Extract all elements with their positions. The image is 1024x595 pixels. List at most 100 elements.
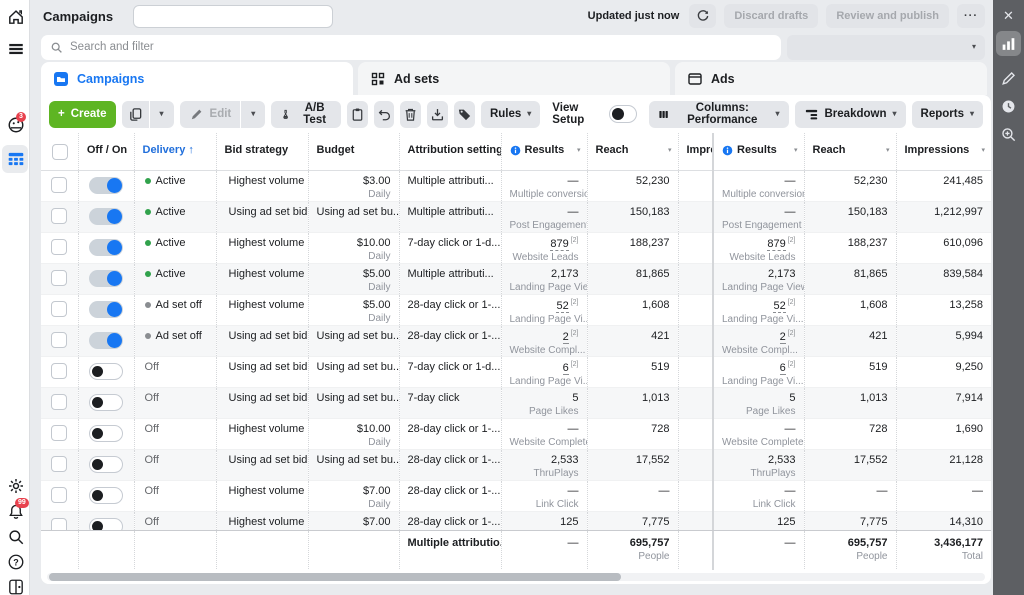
charts-icon[interactable] <box>1000 35 1017 52</box>
edit-tool-icon[interactable] <box>1000 70 1017 87</box>
header-budget[interactable]: Budget <box>308 133 399 170</box>
row-toggle[interactable] <box>89 394 123 411</box>
row-checkbox[interactable] <box>51 208 67 224</box>
header-reach[interactable]: Reach▾ <box>587 133 678 170</box>
delete-button[interactable] <box>400 101 421 128</box>
rules-button[interactable]: Rules ▾ <box>481 101 540 128</box>
search-and-filter-input[interactable] <box>70 41 772 53</box>
row-checkbox[interactable] <box>51 425 67 441</box>
scrollbar-track[interactable] <box>47 573 985 581</box>
header-impressions-2[interactable]: Impressions▾ <box>896 133 991 170</box>
cell-reach: 519 <box>587 357 678 388</box>
edit-caret-button[interactable]: ▾ <box>241 101 265 128</box>
header-bid-strategy[interactable]: Bid strategy <box>216 133 308 170</box>
row-toggle[interactable] <box>89 363 123 380</box>
tag-button[interactable] <box>454 101 475 128</box>
tab-ad-sets[interactable]: Ad sets <box>358 62 670 95</box>
row-toggle[interactable] <box>89 301 123 318</box>
header-delivery[interactable]: Delivery ↑ <box>134 133 216 170</box>
row-checkbox[interactable] <box>51 177 67 193</box>
breakdown-button[interactable]: Breakdown ▾ <box>795 101 906 128</box>
edit-button[interactable]: Edit <box>180 101 241 128</box>
chevron-down-icon: ▾ <box>668 146 672 154</box>
row-toggle[interactable] <box>89 270 123 287</box>
cell-reach-2: 1,013 <box>804 388 896 419</box>
chevron-down-icon: ▾ <box>972 43 976 51</box>
home-icon[interactable] <box>7 8 25 26</box>
row-checkbox[interactable] <box>51 518 67 530</box>
campaigns-table-icon[interactable] <box>7 150 25 168</box>
row-toggle[interactable] <box>89 487 123 504</box>
discard-drafts-button[interactable]: Discard drafts <box>724 4 818 28</box>
row-toggle[interactable] <box>89 425 123 442</box>
clipboard-button[interactable] <box>347 101 368 128</box>
export-button[interactable] <box>427 101 448 128</box>
toggle-knob <box>92 366 103 377</box>
table-row: OffUsing ad set bid...Using ad set bu...… <box>41 450 991 481</box>
row-toggle[interactable] <box>89 518 123 530</box>
view-setup-toggle[interactable] <box>609 105 636 123</box>
search-icon[interactable] <box>7 528 25 546</box>
row-toggle[interactable] <box>89 239 123 256</box>
rules-label: Rules <box>490 108 521 120</box>
history-clock-icon[interactable] <box>1000 98 1017 115</box>
reports-button[interactable]: Reports ▾ <box>912 101 983 128</box>
review-and-publish-button[interactable]: Review and publish <box>826 4 949 28</box>
row-checkbox[interactable] <box>51 487 67 503</box>
row-checkbox[interactable] <box>51 270 67 286</box>
row-checkbox[interactable] <box>51 301 67 317</box>
row-toggle[interactable] <box>89 332 123 349</box>
row-checkbox[interactable] <box>51 456 67 472</box>
toggle-knob <box>92 521 103 530</box>
delivery-status-dot <box>145 302 151 308</box>
tab-campaigns[interactable]: Campaigns <box>41 62 353 95</box>
search-bar[interactable] <box>41 35 781 60</box>
scrollbar-thumb[interactable] <box>49 573 621 581</box>
header-attribution[interactable]: Attribution setting <box>399 133 501 170</box>
header-reach-2[interactable]: Reach▾ <box>804 133 896 170</box>
refresh-button[interactable] <box>689 4 716 28</box>
row-toggle[interactable] <box>89 456 123 473</box>
duplicate-button[interactable] <box>122 101 149 128</box>
create-button[interactable]: + Create <box>49 101 116 128</box>
collapse-sidebar-icon[interactable] <box>7 578 25 595</box>
cell-delivery: Active <box>134 171 216 202</box>
cell-attribution: 28-day click or 1-... <box>399 512 501 530</box>
zoom-search-icon[interactable] <box>1000 126 1017 143</box>
row-toggle[interactable] <box>89 208 123 225</box>
select-all-checkbox[interactable] <box>52 144 68 160</box>
cell-off-on <box>78 264 134 295</box>
ab-test-button[interactable]: A/B Test <box>271 101 341 128</box>
cell-delivery: Off <box>134 357 216 388</box>
cell-reach: 1,608 <box>587 295 678 326</box>
cell-results: 2[2]Website Compl... <box>501 326 587 357</box>
filter-preset-dropdown[interactable]: ▾ <box>787 35 985 60</box>
cell-reach: 728 <box>587 419 678 450</box>
columns-button[interactable]: Columns: Performance ▾ <box>649 101 789 128</box>
search-icon <box>50 41 63 54</box>
cell-off-on <box>78 419 134 450</box>
help-icon[interactable]: ? <box>7 553 25 571</box>
header-impressions-clipped[interactable]: Impre <box>678 133 713 170</box>
header-results[interactable]: Results▾ <box>501 133 587 170</box>
cell-select <box>41 388 78 419</box>
more-options-button[interactable]: ··· <box>957 4 985 28</box>
select-all-header[interactable] <box>41 133 78 170</box>
settings-gear-icon[interactable] <box>7 477 25 495</box>
row-checkbox[interactable] <box>51 332 67 348</box>
campaign-name-input[interactable] <box>133 5 333 28</box>
row-checkbox[interactable] <box>51 239 67 255</box>
undo-button[interactable] <box>374 101 395 128</box>
row-toggle[interactable] <box>89 177 123 194</box>
toggle-knob <box>107 333 122 348</box>
close-icon[interactable]: ✕ <box>1000 7 1017 24</box>
menu-icon[interactable] <box>7 40 25 58</box>
duplicate-caret-button[interactable]: ▾ <box>150 101 174 128</box>
tag-icon <box>457 107 472 122</box>
results-footnote: [2] <box>788 330 796 337</box>
header-results-2[interactable]: Results▾ <box>713 133 804 170</box>
row-checkbox[interactable] <box>51 363 67 379</box>
table-row: OffUsing ad set bid...Using ad set bu...… <box>41 357 991 388</box>
row-checkbox[interactable] <box>51 394 67 410</box>
tab-ads[interactable]: Ads <box>675 62 987 95</box>
